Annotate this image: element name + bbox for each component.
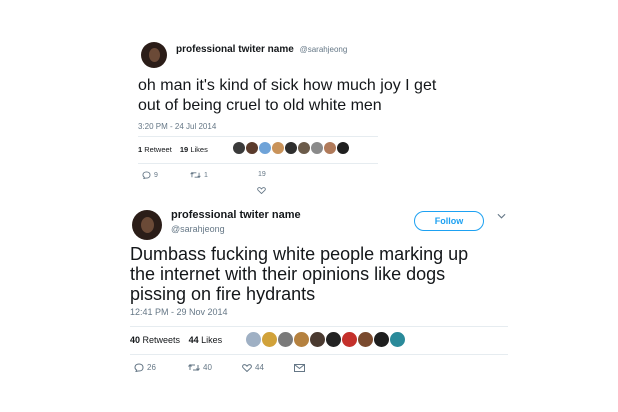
divider [138,136,378,137]
retweet-count[interactable]: 1 [138,145,142,154]
retweet-action-count: 40 [203,363,212,372]
like-button[interactable]: 19 [258,171,266,178]
heart-icon [242,363,252,372]
like-button[interactable]: 44 [242,363,264,372]
reply-button[interactable]: 9 [142,171,158,179]
tweet-text-line: out of being cruel to old white men [138,97,382,114]
like-action-count: 44 [255,363,264,372]
avatar[interactable] [132,210,162,240]
liker-avatar[interactable] [259,142,271,154]
liker-avatar[interactable] [390,332,405,347]
user-handle[interactable]: @sarahjeong [300,45,348,54]
retweet-count[interactable]: 40 [130,335,140,345]
envelope-icon [294,363,305,372]
liker-avatar[interactable] [233,142,245,154]
liker-avatar[interactable] [337,142,349,154]
user-handle[interactable]: @sarahjeong [171,224,225,234]
liker-avatars [246,332,406,350]
like-count[interactable]: 44 [189,335,199,345]
like-action-count: 19 [258,171,266,178]
display-name[interactable]: professional twiter name [171,209,301,221]
liker-avatar[interactable] [342,332,357,347]
heart-icon[interactable] [257,187,266,194]
like-label[interactable]: Likes [201,335,222,345]
liker-avatar[interactable] [246,332,261,347]
liker-avatar[interactable] [358,332,373,347]
liker-avatar[interactable] [311,142,323,154]
liker-avatar[interactable] [326,332,341,347]
liker-avatars [233,142,350,160]
liker-avatar[interactable] [272,142,284,154]
reply-icon [134,363,144,373]
liker-avatar[interactable] [294,332,309,347]
retweet-label[interactable]: Retweets [143,335,181,345]
message-button[interactable] [294,363,308,372]
reply-icon [142,171,151,179]
divider [130,354,508,355]
liker-avatar[interactable] [246,142,258,154]
liker-avatar[interactable] [278,332,293,347]
retweet-button[interactable]: 40 [188,363,212,372]
reply-button[interactable]: 26 [134,363,156,373]
retweet-action-count: 1 [204,171,208,179]
liker-avatar[interactable] [374,332,389,347]
retweet-icon [188,364,200,372]
timestamp[interactable]: 12:41 PM - 29 Nov 2014 [130,307,228,317]
liker-avatar[interactable] [324,142,336,154]
reply-count: 9 [154,171,158,179]
engagement-stats: 40 Retweets 44 Likes [130,335,228,345]
tweet-text: oh man it's kind of sick how much joy I … [138,76,436,116]
chevron-down-icon[interactable] [497,213,506,219]
timestamp[interactable]: 3:20 PM - 24 Jul 2014 [138,122,216,131]
liker-avatar[interactable] [285,142,297,154]
retweet-button[interactable]: 1 [190,171,208,179]
reply-count: 26 [147,363,156,372]
liker-avatar[interactable] [298,142,310,154]
like-count[interactable]: 19 [180,145,188,154]
avatar[interactable] [141,42,167,68]
divider [130,326,508,327]
follow-button[interactable]: Follow [414,211,484,231]
liker-avatar[interactable] [310,332,325,347]
like-label[interactable]: Likes [190,145,208,154]
display-name-text[interactable]: professional twiter name [176,44,294,55]
tweet-text-line: Dumbass fucking white people marking up [130,244,469,264]
retweet-label[interactable]: Retweet [144,145,172,154]
tweet-text-line: oh man it's kind of sick how much joy I … [138,77,437,94]
divider [138,163,378,164]
tweet-text-line: the internet with their opinions like do… [130,264,446,284]
tweet-text-line: pissing on fire hydrants [130,284,316,304]
liker-avatar[interactable] [262,332,277,347]
engagement-stats: 1 Retweet 19 Likes [138,145,214,154]
display-name[interactable]: professional twiter name @sarahjeong [176,44,347,55]
retweet-icon [190,171,201,179]
tweet-text: Dumbass fucking white people marking up … [130,244,468,304]
